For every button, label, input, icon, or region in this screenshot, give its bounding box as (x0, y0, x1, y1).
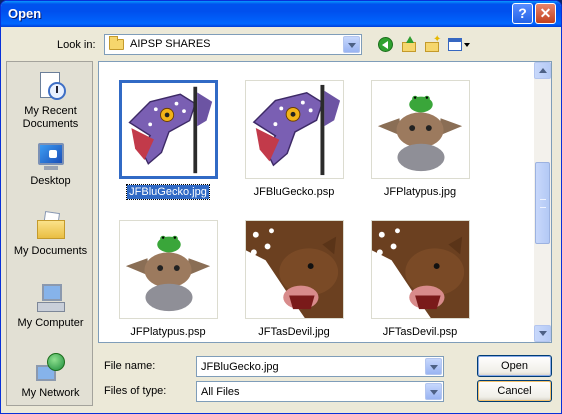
place-my-documents[interactable]: My Documents (7, 210, 94, 258)
file-name: JFBluGecko.psp (253, 186, 335, 198)
chevron-down-icon[interactable] (343, 36, 360, 53)
views-icon (448, 38, 462, 51)
up-arrow-icon (406, 36, 414, 43)
file-type-select[interactable]: All Files (196, 381, 444, 402)
file-name: JFBluGecko.jpg (126, 184, 210, 200)
folder-up-icon (402, 42, 416, 52)
file-item[interactable]: JFPlatypus.jpg (351, 80, 470, 204)
platypus-thumbnail (371, 80, 470, 179)
file-name-value: JFBluGecko.jpg (201, 361, 279, 373)
platypus-thumbnail (119, 220, 218, 319)
file-type-label: Files of type: (104, 385, 167, 397)
place-my-computer[interactable]: My Computer (7, 282, 94, 330)
place-label: My Recent Documents (22, 105, 79, 130)
tasmanian-devil-thumbnail (371, 220, 470, 319)
recent-documents-icon (35, 70, 67, 102)
back-button[interactable] (377, 36, 395, 54)
my-documents-icon (35, 210, 67, 242)
places-bar: My Recent Documents Desktop My Documents… (6, 61, 93, 406)
place-desktop[interactable]: Desktop (7, 140, 94, 188)
file-name: JFPlatypus.psp (130, 326, 206, 338)
title-bar[interactable]: Open ? ✕ (1, 1, 561, 27)
place-my-network[interactable]: My Network (7, 352, 94, 400)
vertical-scrollbar[interactable] (534, 62, 551, 342)
look-in-label: Look in: (57, 39, 96, 51)
place-label: Desktop (30, 175, 71, 187)
file-name-input[interactable]: JFBluGecko.jpg (196, 356, 444, 377)
tasmanian-devil-thumbnail (245, 220, 344, 319)
folder-icon (109, 36, 124, 50)
file-item[interactable]: JFTasDevil.psp (351, 220, 470, 344)
file-name: JFTasDevil.psp (382, 326, 458, 338)
desktop-icon (35, 140, 67, 172)
scroll-down-button[interactable] (534, 325, 551, 342)
place-my-recent-documents[interactable]: My Recent Documents (7, 70, 94, 131)
place-label: My Network (21, 387, 80, 399)
look-in-dropdown[interactable]: AIPSP SHARES (104, 34, 362, 55)
cancel-button[interactable]: Cancel (477, 380, 552, 402)
file-name-label: File name: (104, 360, 156, 372)
look-in-value: AIPSP SHARES (130, 38, 211, 50)
my-computer-icon (35, 282, 67, 314)
scroll-up-button[interactable] (534, 62, 551, 79)
up-one-level-button[interactable] (400, 36, 418, 54)
my-network-icon (35, 352, 67, 384)
file-item[interactable]: JFBluGecko.psp (225, 80, 344, 204)
place-label: My Computer (17, 317, 84, 329)
chevron-down-icon[interactable] (425, 383, 442, 400)
open-dialog: Open ? ✕ Look in: AIPSP SHARES ✦ My Rece… (0, 0, 562, 414)
back-arrow-icon (378, 37, 393, 52)
open-button[interactable]: Open (477, 355, 552, 377)
file-item[interactable]: JFBluGecko.jpg (99, 80, 218, 204)
file-item[interactable]: JFPlatypus.psp (99, 220, 218, 344)
sparkle-icon: ✦ (433, 34, 442, 45)
help-button[interactable]: ? (512, 3, 533, 24)
file-name: JFTasDevil.jpg (258, 326, 330, 338)
file-item[interactable]: JFTasDevil.jpg (225, 220, 344, 344)
gecko-thumbnail (119, 80, 218, 179)
file-name: JFPlatypus.jpg (383, 186, 457, 198)
file-type-value: All Files (201, 386, 240, 398)
dialog-title: Open (8, 6, 42, 21)
scroll-thumb[interactable] (535, 162, 550, 244)
place-label: My Documents (13, 245, 88, 257)
file-list[interactable]: JFBluGecko.jpg JFBluGecko.psp JFPlatypus… (98, 61, 552, 343)
new-folder-button[interactable]: ✦ (423, 34, 442, 54)
close-button[interactable]: ✕ (535, 3, 556, 24)
gecko-thumbnail (245, 80, 344, 179)
dropdown-arrow-icon (464, 43, 470, 47)
views-menu-button[interactable] (447, 36, 471, 54)
chevron-down-icon[interactable] (425, 358, 442, 375)
